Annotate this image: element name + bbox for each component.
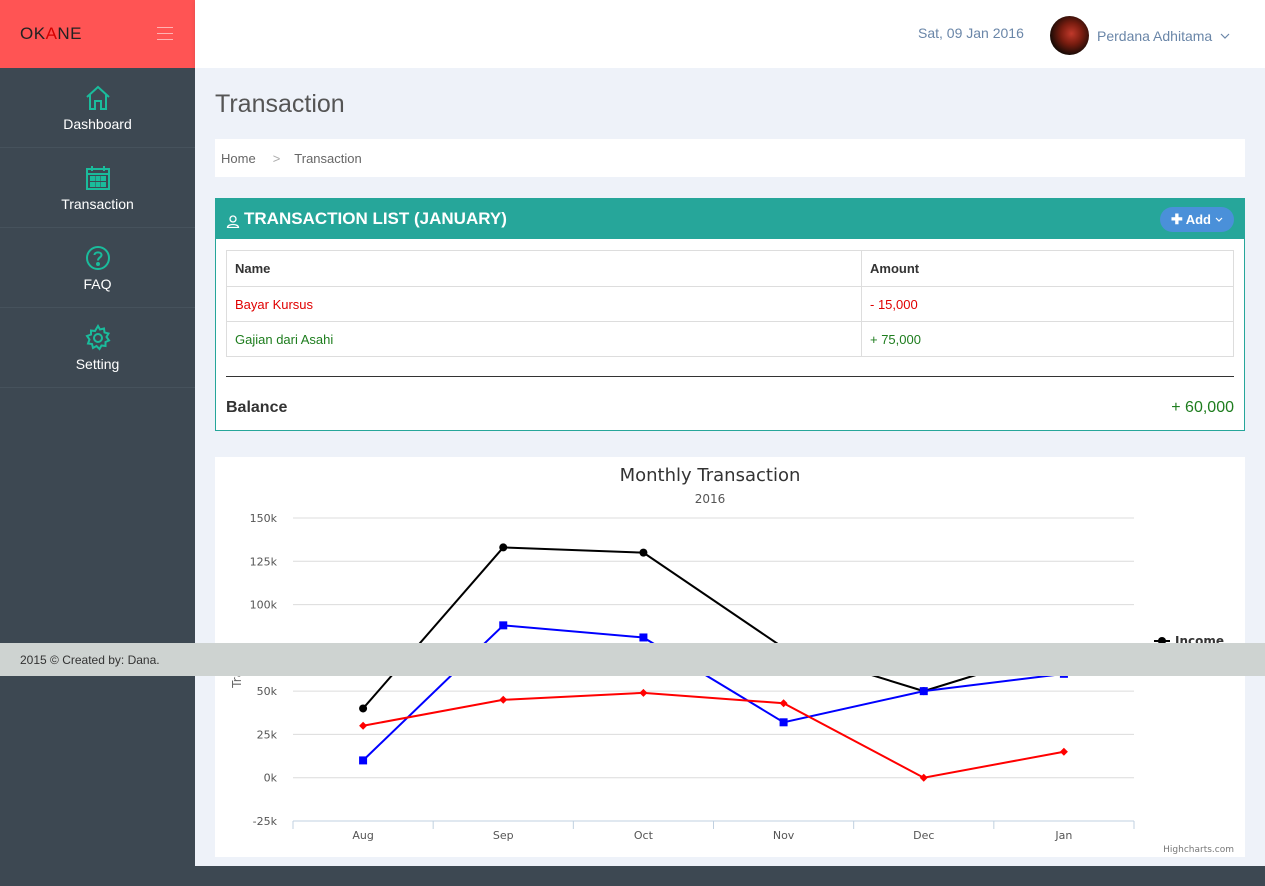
series-point xyxy=(359,704,368,713)
sidebar-item-label: Transaction xyxy=(61,195,134,212)
menu-toggle-icon[interactable] xyxy=(157,27,173,40)
y-tick-label: 100k xyxy=(250,599,278,612)
chevron-down-icon[interactable] xyxy=(1220,33,1230,39)
gear-icon xyxy=(84,323,111,351)
y-tick-label: 50k xyxy=(257,685,278,698)
table-row[interactable]: Gajian dari Asahi + 75,000 xyxy=(226,321,1234,357)
home-icon xyxy=(85,85,110,110)
chart-credit: Highcharts.com xyxy=(1163,845,1234,855)
add-button-label: Add xyxy=(1185,212,1211,227)
transaction-name: Bayar Kursus xyxy=(226,286,862,322)
x-tick-label: Aug xyxy=(352,829,373,842)
transaction-amount: - 15,000 xyxy=(861,286,1234,322)
series-line xyxy=(362,546,1065,710)
transaction-name: Gajian dari Asahi xyxy=(226,321,862,357)
column-header-name: Name xyxy=(226,250,862,287)
y-tick-label: 125k xyxy=(250,555,278,568)
series-point xyxy=(919,773,928,782)
x-tick-label: Oct xyxy=(634,829,654,842)
sidebar-item-label: FAQ xyxy=(83,275,112,292)
chart-subtitle: 2016 xyxy=(695,492,726,506)
chevron-down-icon xyxy=(1215,217,1223,222)
series-point xyxy=(1059,747,1068,756)
series-point xyxy=(639,688,648,697)
breadcrumb: Home > Transaction xyxy=(215,139,1245,177)
footer: 2015 © Created by: Dana. xyxy=(0,643,1265,676)
avatar[interactable] xyxy=(1050,16,1089,55)
plus-icon: ✚ xyxy=(1170,211,1183,227)
user-icon xyxy=(226,215,240,228)
sidebar-item-label: Dashboard xyxy=(63,115,132,132)
x-tick-label: Dec xyxy=(913,829,934,842)
sidebar-item-faq[interactable]: FAQ xyxy=(0,228,195,308)
series-point xyxy=(919,687,928,696)
brand-logo[interactable]: OKANE xyxy=(20,24,82,44)
main-content: Transaction Home > Transaction TRANSACTI… xyxy=(195,68,1265,866)
table-header-row: Name Amount xyxy=(226,250,1234,287)
table-row[interactable]: Bayar Kursus - 15,000 xyxy=(226,286,1234,322)
sidebar-item-label: Setting xyxy=(75,355,120,372)
footer-text: 2015 © Created by: Dana. xyxy=(20,652,160,667)
transaction-table: Name Amount Bayar Kursus - 15,000 Gajian… xyxy=(226,250,1234,357)
column-header-amount: Amount xyxy=(861,250,1234,287)
series-line xyxy=(362,691,1065,779)
series-point xyxy=(499,695,508,704)
page-title: Transaction xyxy=(215,90,345,118)
divider xyxy=(226,376,1234,377)
series-point xyxy=(779,699,788,708)
x-tick-label: Jan xyxy=(1054,829,1072,842)
y-tick-label: -25k xyxy=(253,815,278,828)
y-tick-label: 150k xyxy=(250,512,278,525)
transaction-list-panel: TRANSACTION LIST (JANUARY) ✚ Add Name Am… xyxy=(215,198,1245,431)
series-point xyxy=(359,721,368,730)
y-tick-label: 25k xyxy=(257,728,278,741)
x-tick-label: Nov xyxy=(773,829,795,842)
sidebar-item-dashboard[interactable]: Dashboard xyxy=(0,68,195,148)
brand-bar: OKANE xyxy=(0,0,195,68)
sidebar-item-setting[interactable]: Setting xyxy=(0,308,195,388)
series-point xyxy=(499,621,508,630)
series-point xyxy=(639,633,648,642)
user-name[interactable]: Perdana Adhitama xyxy=(1097,28,1212,44)
series-point xyxy=(359,756,368,765)
calendar-icon xyxy=(85,165,110,190)
current-date: Sat, 09 Jan 2016 xyxy=(918,25,1024,41)
user-menu[interactable]: Perdana Adhitama xyxy=(1050,16,1230,55)
add-transaction-button[interactable]: ✚ Add xyxy=(1159,207,1234,232)
breadcrumb-home-link[interactable]: Home xyxy=(221,151,256,166)
panel-header: TRANSACTION LIST (JANUARY) ✚ Add xyxy=(216,199,1244,239)
series-point xyxy=(499,543,508,552)
breadcrumb-current: Transaction xyxy=(294,150,362,166)
panel-title: TRANSACTION LIST (JANUARY) xyxy=(244,209,507,228)
sidebar-item-transaction[interactable]: Transaction xyxy=(0,148,195,228)
balance-label: Balance xyxy=(226,399,288,416)
top-bar: Sat, 09 Jan 2016 Perdana Adhitama xyxy=(195,0,1265,68)
series-point xyxy=(779,718,788,727)
transaction-amount: + 75,000 xyxy=(861,321,1234,357)
sidebar: OKANE Dashboard Transaction FAQ Setting xyxy=(0,0,195,886)
y-tick-label: 0k xyxy=(264,772,278,785)
chart-title: Monthly Transaction xyxy=(620,465,801,486)
balance-value: + 60,000 xyxy=(1171,399,1234,416)
x-tick-label: Sep xyxy=(493,829,514,842)
breadcrumb-separator: > xyxy=(272,150,281,166)
series-point xyxy=(639,548,648,557)
question-icon xyxy=(85,245,110,270)
